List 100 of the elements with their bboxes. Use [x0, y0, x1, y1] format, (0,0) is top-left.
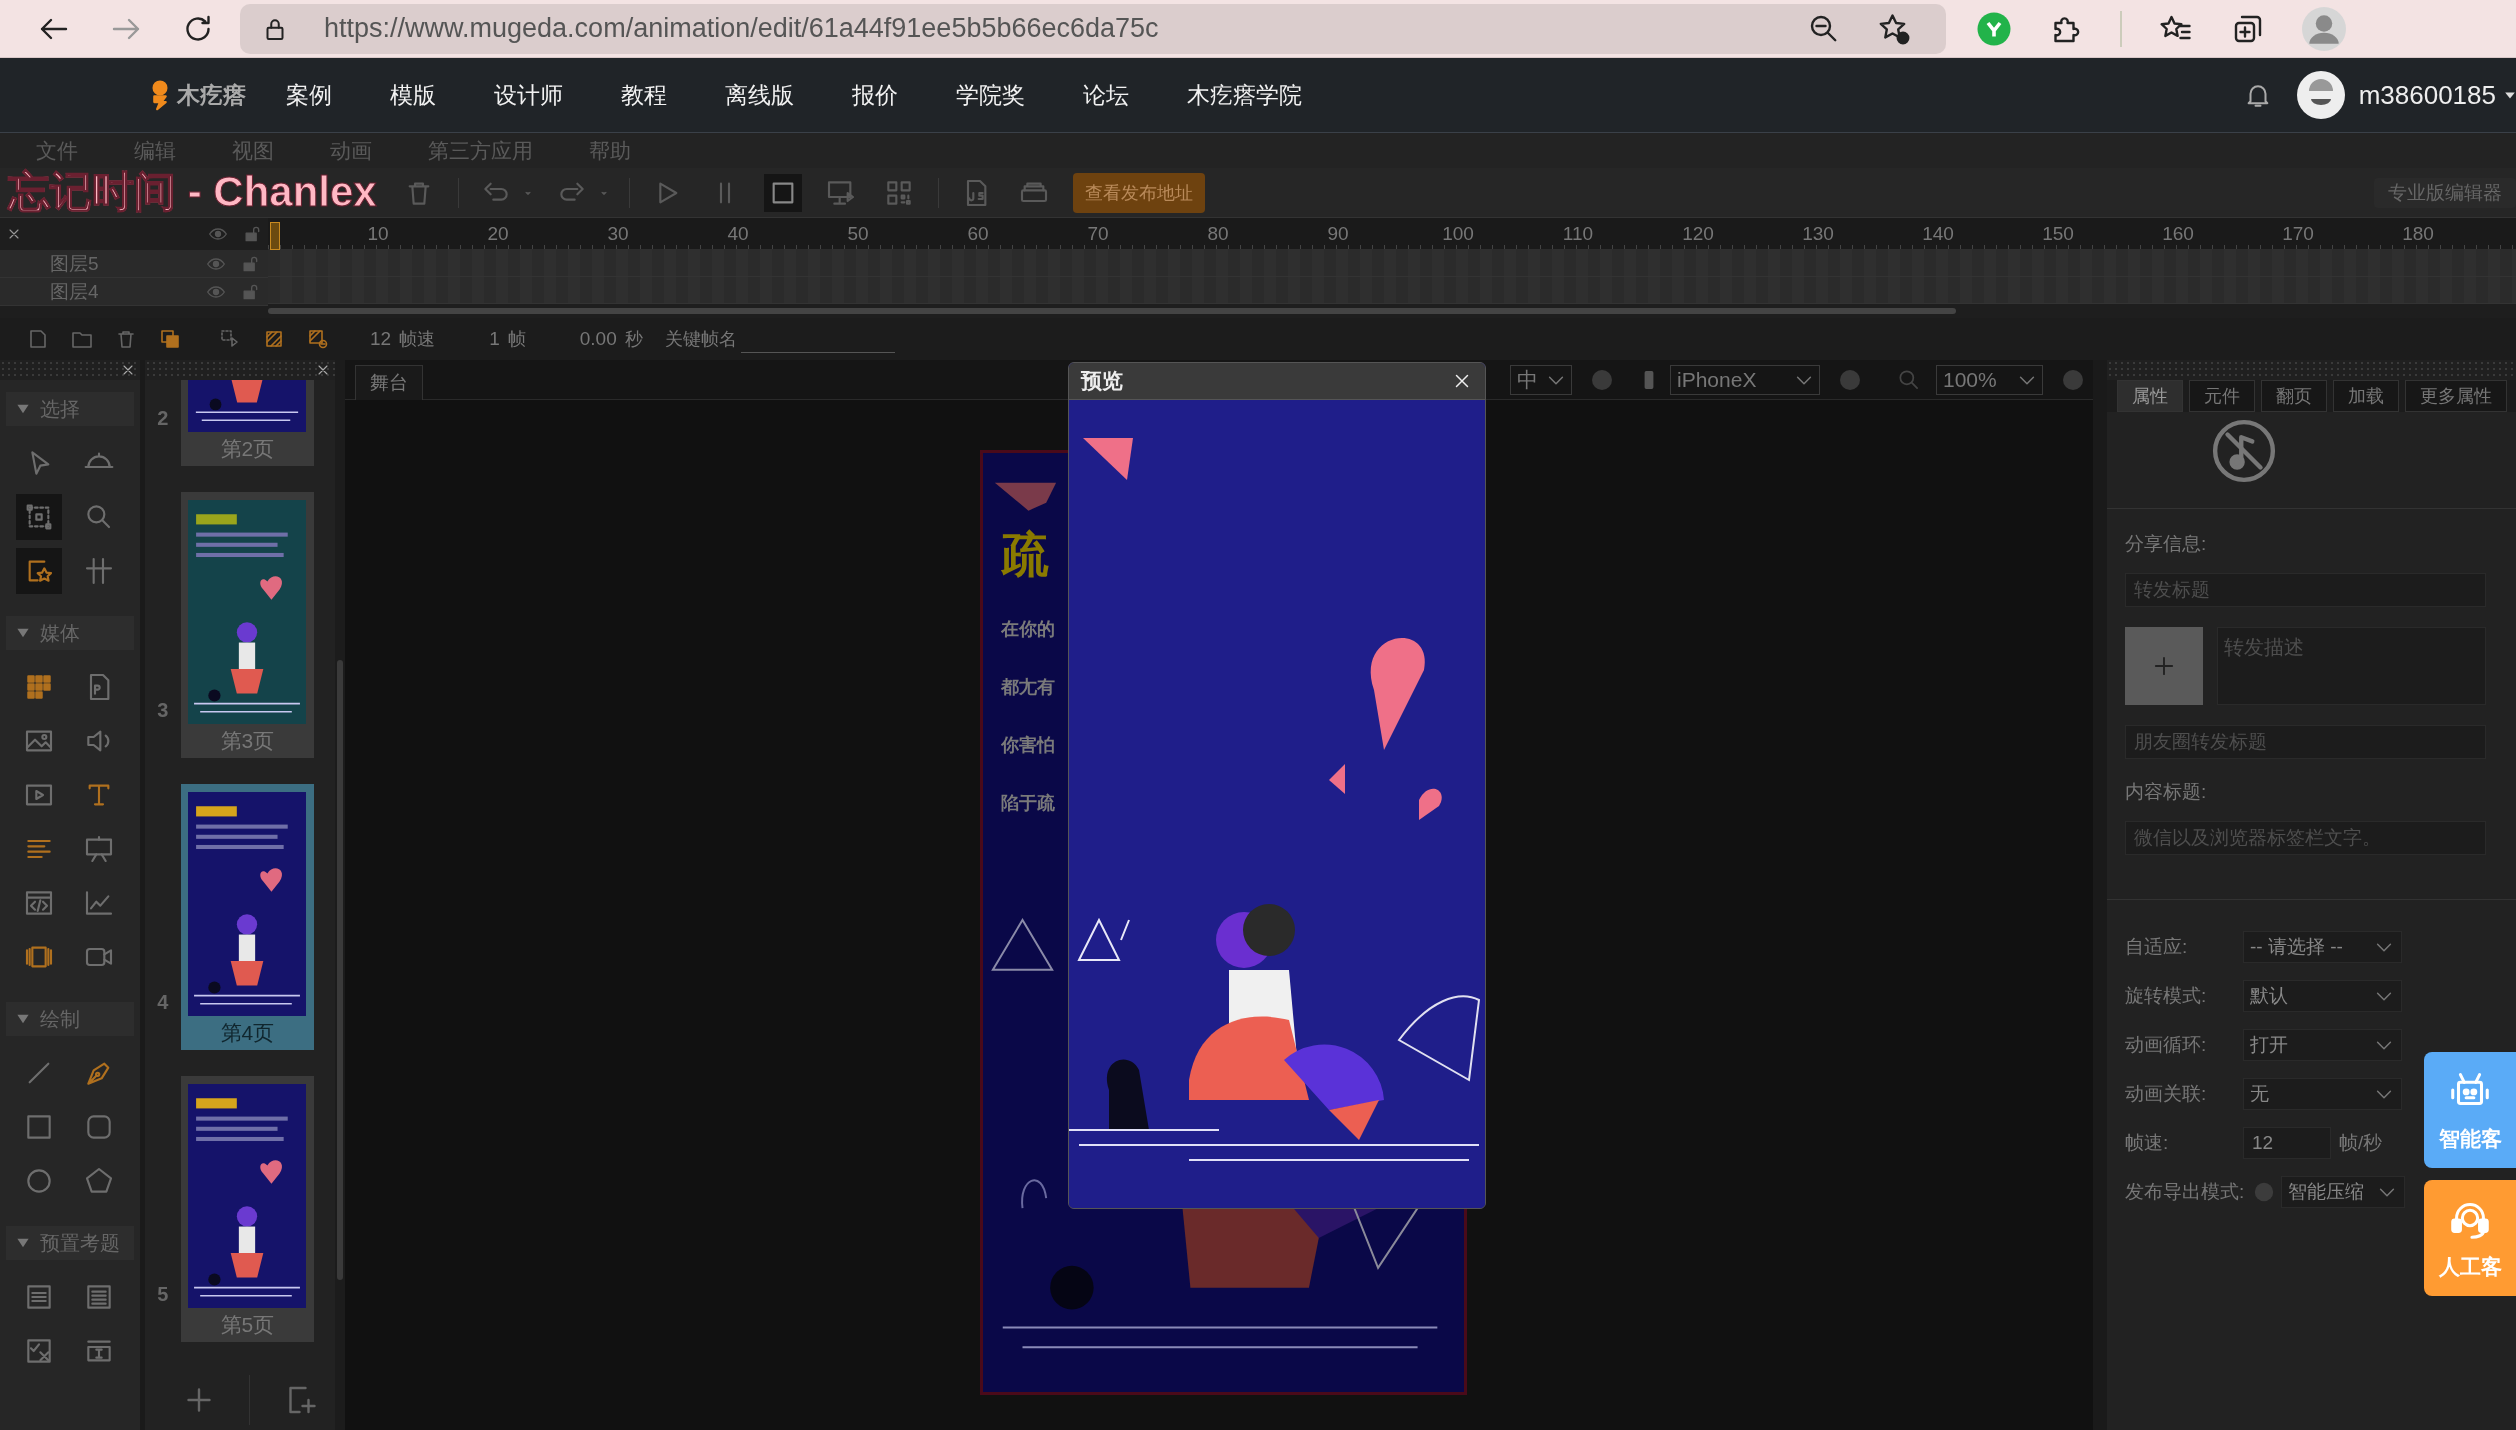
nav-link[interactable]: 学院奖 — [956, 79, 1025, 111]
page-thumbnail-card[interactable]: 第3页 — [180, 492, 314, 758]
stage-tab[interactable]: 舞台 — [354, 365, 423, 400]
avatar-icon[interactable] — [2296, 71, 2345, 119]
setting-label: 帧速: — [2125, 1130, 2170, 1155]
help-icon[interactable] — [2061, 367, 2085, 392]
frame-value: 1 — [489, 328, 500, 350]
frame-number: 10 — [366, 222, 390, 245]
layer-row[interactable]: 图层4 — [0, 278, 268, 306]
music-off-icon[interactable] — [2211, 418, 2277, 484]
lyrics-overlay: 忘记时间 - Chanlex — [8, 169, 377, 215]
frame-label: 帧 — [507, 328, 526, 351]
layer-name[interactable]: 图层5 — [50, 250, 99, 277]
help-icon[interactable] — [1590, 367, 1614, 392]
page-label: 第3页 — [220, 728, 275, 754]
page-title: 疏 — [1000, 527, 1050, 583]
address-bar[interactable]: https://www.mugeda.com/animation/edit/61a44f91ee5b5b66ec6da75c — [240, 3, 1946, 54]
tool-group-header[interactable]: 绘制 — [6, 1002, 134, 1036]
frame-number: 60 — [966, 222, 990, 245]
dialog-title: 预览 — [1081, 368, 1123, 394]
publish-address-button[interactable]: 查看发布地址 — [1073, 172, 1205, 213]
frame-rate-field[interactable]: 12 — [2243, 1126, 2331, 1159]
copy-layer-icon[interactable] — [158, 327, 182, 351]
scrollbar-thumb[interactable] — [268, 308, 1956, 315]
frame-number: 30 — [606, 222, 630, 245]
nav-link[interactable]: 报价 — [852, 79, 898, 111]
frame-number: 90 — [1326, 222, 1350, 245]
tool-group-title: 绘制 — [40, 1006, 80, 1032]
page-thumbnail-card[interactable]: 第4页 — [180, 784, 314, 1050]
frame-number: 130 — [1801, 222, 1835, 245]
keyframe-name-label: 关键帧名 — [664, 328, 737, 351]
setting-label: 动画关联: — [2125, 1081, 2208, 1106]
scrollbar-thumb[interactable] — [336, 660, 343, 1280]
nav-link[interactable]: 木疙瘩学院 — [1187, 79, 1302, 111]
tool-group-title: 预置考题 — [40, 1230, 120, 1256]
frame-number: 160 — [2161, 222, 2195, 245]
frame-number: 150 — [2041, 222, 2075, 245]
setting-select[interactable]: 默认 — [2243, 979, 2402, 1012]
setting-label: 动画循环: — [2125, 1032, 2208, 1057]
tool-group-header[interactable]: 预置考题 — [6, 1226, 134, 1260]
star-frame-tool[interactable] — [16, 548, 62, 594]
playhead[interactable] — [270, 222, 280, 250]
device-select[interactable]: iPhoneX — [1670, 364, 1820, 395]
nav-link[interactable]: 论坛 — [1083, 79, 1129, 111]
page-label: 第5页 — [220, 1312, 275, 1338]
nav-link[interactable]: 模版 — [390, 79, 436, 111]
layer-row[interactable]: 图层5 — [0, 250, 268, 278]
page-thumbnail-card[interactable]: 第2页 — [180, 380, 314, 466]
frame-number: 20 — [486, 222, 510, 245]
pro-editor-button[interactable]: 专业版编辑器 — [2374, 177, 2516, 208]
page-number: 2 — [156, 407, 170, 430]
content-title-label: 内容标题: — [2125, 780, 2208, 804]
logo-text[interactable]: 木疙瘩 — [177, 79, 246, 111]
setting-select[interactable]: 打开 — [2243, 1028, 2402, 1061]
page-number: 3 — [156, 699, 170, 722]
page-label: 第2页 — [220, 436, 275, 462]
tool-group-header[interactable]: 媒体 — [6, 616, 134, 650]
frame-number: 40 — [726, 222, 750, 245]
share-info-label: 分享信息: — [2125, 532, 2208, 556]
setting-select[interactable]: 智能压缩 — [2281, 1175, 2405, 1208]
url-text: https://www.mugeda.com/animation/edit/61a44f91ee5b5b66ec6da75c — [324, 13, 1160, 44]
nav-link[interactable]: 设计师 — [494, 79, 563, 111]
extension-icon[interactable] — [1976, 10, 2012, 47]
zoom-select[interactable]: 100% — [1936, 364, 2043, 395]
setting-select[interactable]: -- 请选择 -- — [2243, 930, 2402, 963]
nav-link[interactable]: 离线版 — [725, 79, 794, 111]
page-thumbnail-card[interactable]: 第5页 — [180, 1076, 314, 1342]
property-tab[interactable]: 加载 — [2333, 380, 2399, 412]
unit-label: 帧/秒 — [2339, 1130, 2383, 1155]
presentation-icon — [83, 833, 115, 865]
frame-number: 120 — [1681, 222, 1715, 245]
setting-select[interactable]: 无 — [2243, 1077, 2402, 1110]
frame-number: 80 — [1206, 222, 1230, 245]
frame-number: 50 — [846, 222, 870, 245]
property-tab[interactable]: 更多属性 — [2405, 380, 2507, 412]
property-tab[interactable]: 属性 — [2117, 380, 2183, 412]
nav-link[interactable]: 教程 — [621, 79, 667, 111]
page-number: 5 — [156, 1283, 170, 1306]
help-icon[interactable] — [1838, 367, 1862, 392]
property-tab[interactable]: 翻页 — [2261, 380, 2327, 412]
support-button[interactable]: 人工客 — [2424, 1180, 2516, 1296]
frame-rate-label: 帧速 — [399, 328, 436, 351]
transform-tool[interactable] — [16, 494, 62, 540]
tool-group-header[interactable]: 选择 — [6, 392, 134, 426]
timeline-ruler[interactable]: 10 20 30 40 50 60 70 80 90 100 110 120 130 140 150 160 170 180 — [268, 218, 2516, 250]
setting-label: 旋转模式: — [2125, 983, 2208, 1008]
frame-number: 110 — [1561, 222, 1595, 245]
frame-number: 100 — [1441, 222, 1475, 245]
page-label: 第4页 — [220, 1020, 275, 1046]
profile-icon[interactable] — [2302, 6, 2346, 51]
username[interactable]: m38600185 — [2358, 79, 2496, 111]
remove-frame-icon[interactable] — [306, 327, 330, 351]
property-tab[interactable]: 元件 — [2189, 380, 2255, 412]
nav-link[interactable]: 案例 — [286, 79, 332, 111]
support-button[interactable]: 智能客 — [2424, 1052, 2516, 1168]
align-select[interactable]: 中 — [1510, 364, 1572, 395]
tool-group-title: 选择 — [40, 396, 80, 422]
page-number: 4 — [156, 991, 170, 1014]
layer-name[interactable]: 图层4 — [50, 278, 99, 305]
stop-icon[interactable] — [764, 173, 802, 212]
